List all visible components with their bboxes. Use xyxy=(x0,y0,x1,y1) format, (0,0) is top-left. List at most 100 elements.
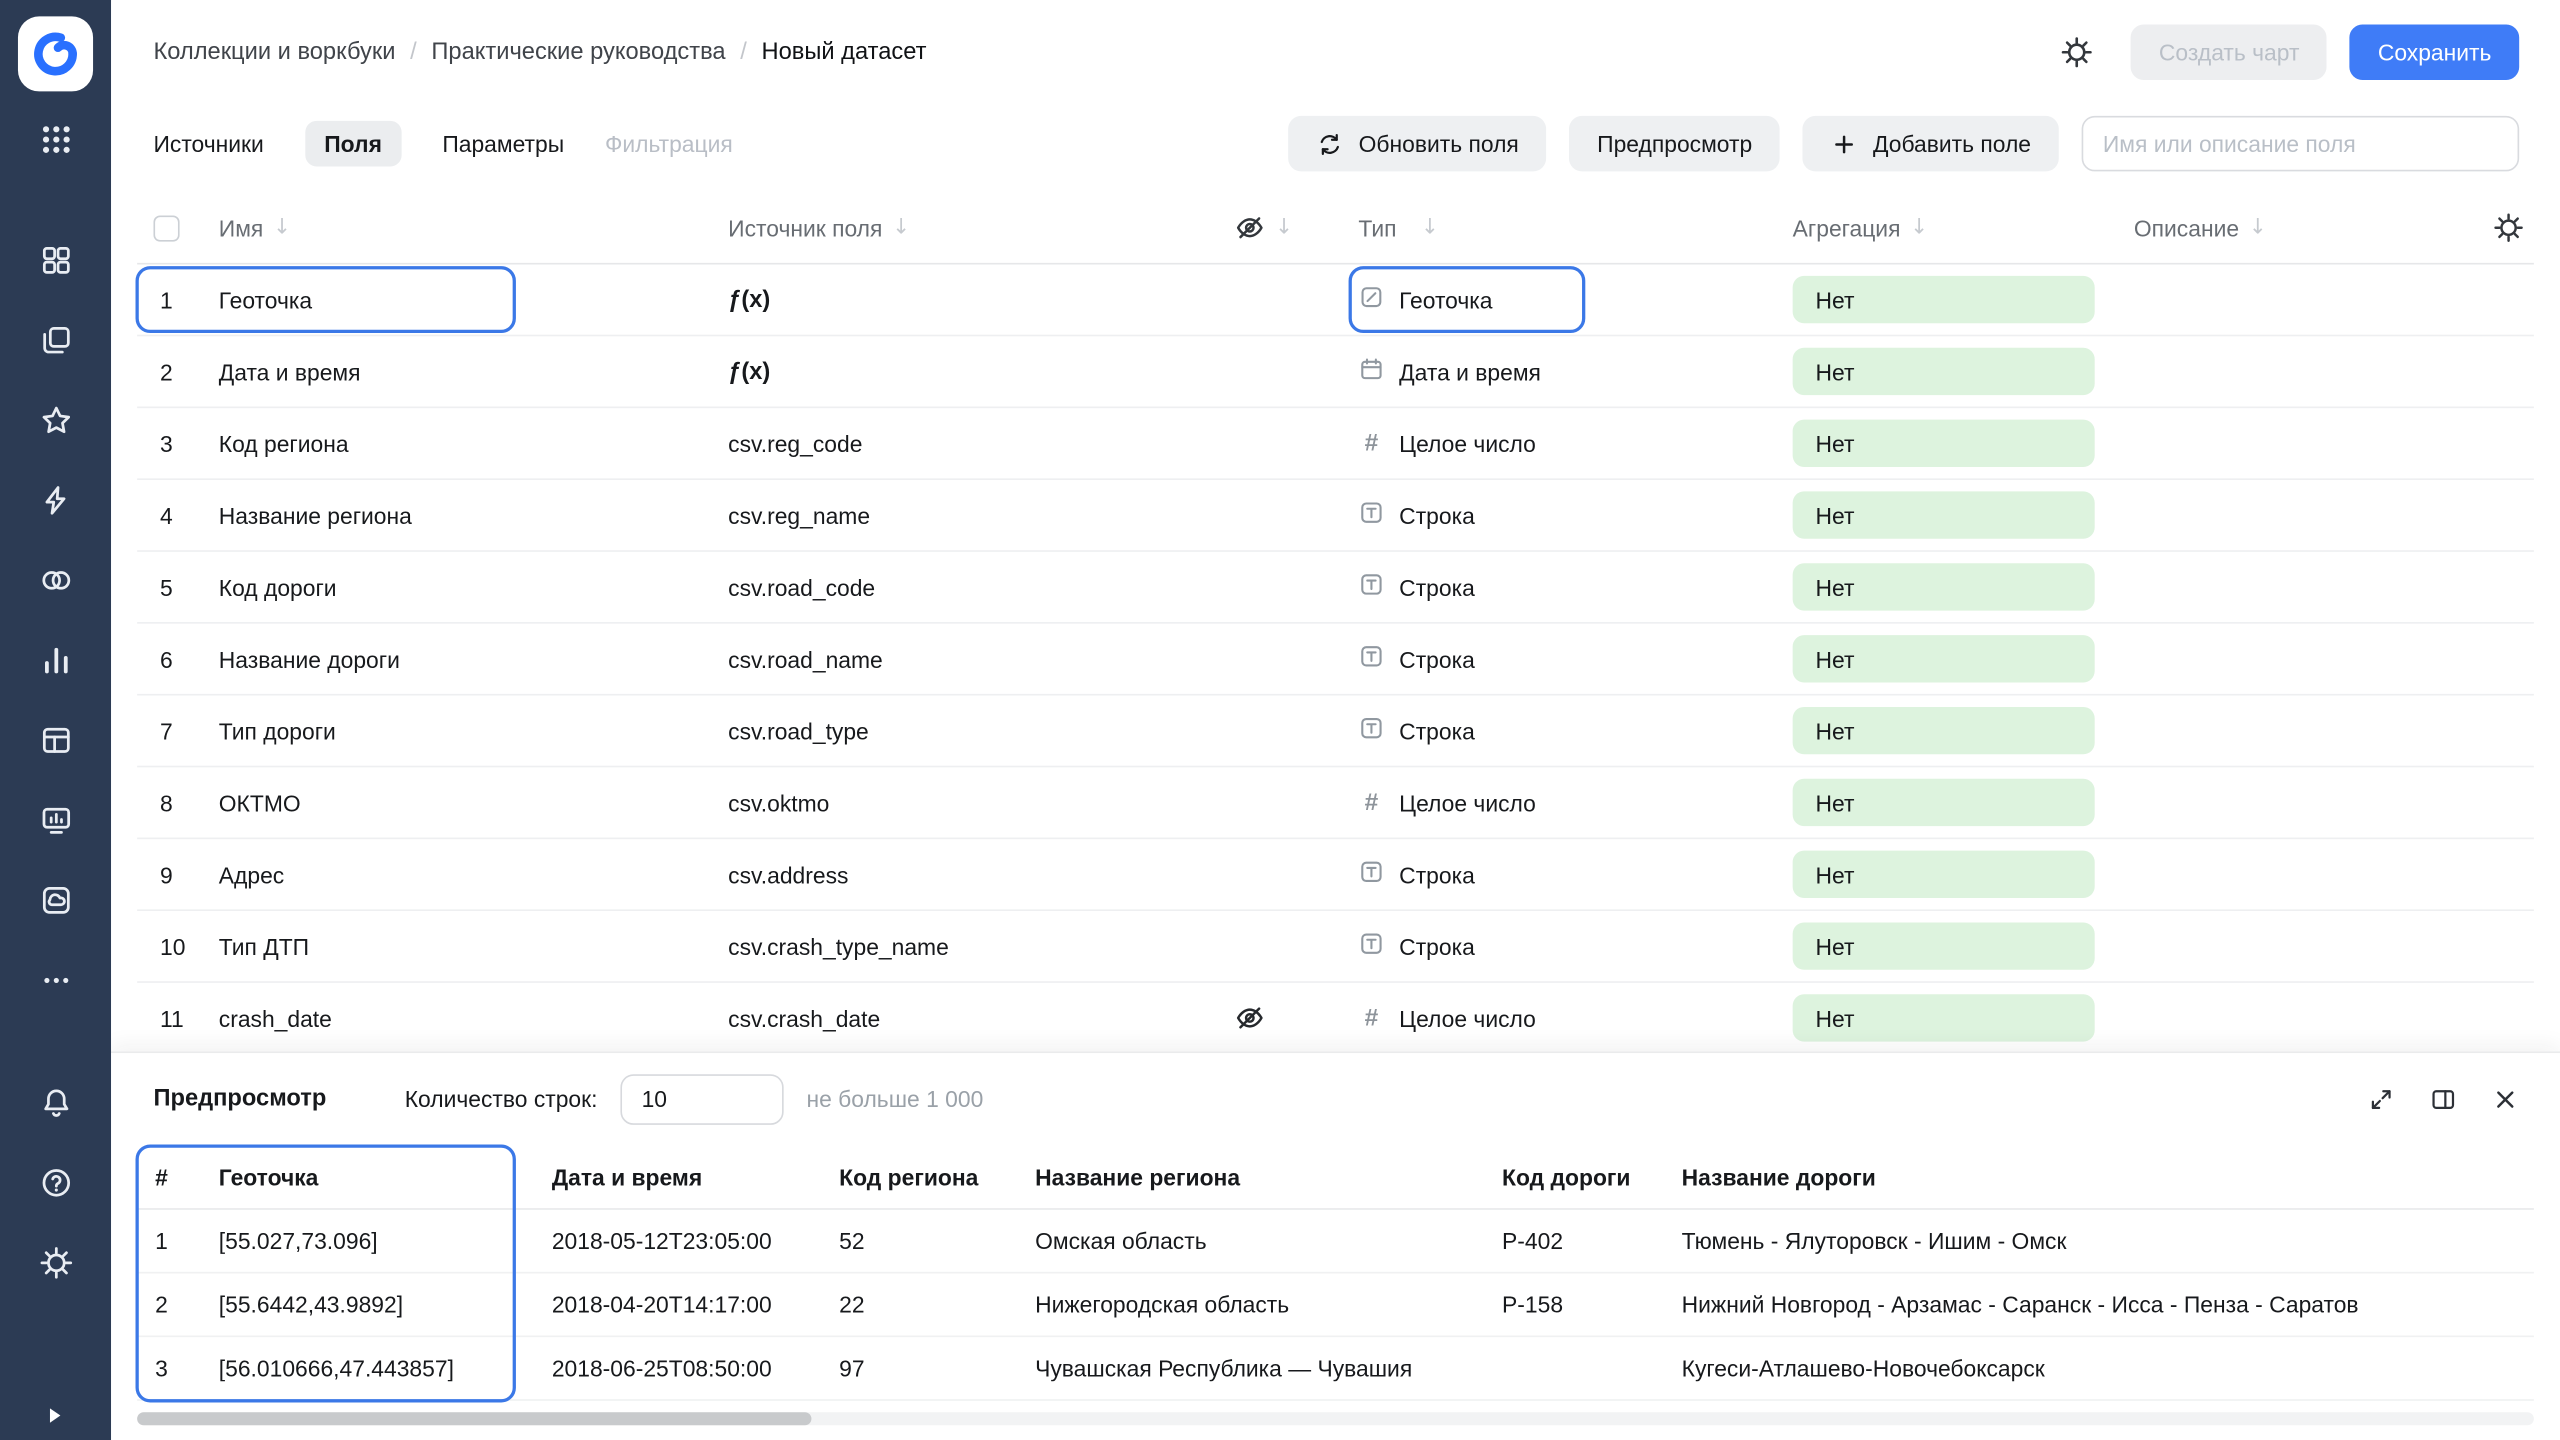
play-icon[interactable] xyxy=(41,1402,70,1431)
preview-table-body: 1[55.027,73.096]2018-05-12T23:05:0052Омс… xyxy=(137,1210,2534,1401)
field-type-cell[interactable]: Строка xyxy=(1332,859,1776,890)
column-header-type[interactable]: Тип ↓ xyxy=(1332,215,1776,241)
field-type-cell[interactable]: #Целое число xyxy=(1332,789,1776,817)
table-grid-icon[interactable] xyxy=(36,720,75,759)
column-header-description[interactable]: Описание ↓ xyxy=(2119,215,2468,241)
field-aggregation-cell: Нет xyxy=(1776,635,2119,682)
close-icon[interactable] xyxy=(2491,1085,2519,1113)
refresh-fields-button[interactable]: Обновить поля xyxy=(1288,116,1546,172)
table-settings-gear-icon[interactable] xyxy=(2493,212,2524,243)
horizontal-scrollbar[interactable] xyxy=(137,1412,2534,1425)
field-name-cell[interactable]: ОКТМО xyxy=(202,789,711,815)
field-type-cell[interactable]: Строка xyxy=(1332,571,1776,602)
field-type-cell[interactable]: Строка xyxy=(1332,500,1776,531)
field-aggregation-cell: Нет xyxy=(1776,348,2119,395)
gear-icon[interactable] xyxy=(36,1242,75,1281)
preview-cell: Нижний Новгород - Арзамас - Саранск - Ис… xyxy=(1664,1291,2534,1317)
geopoint-icon xyxy=(1358,284,1384,315)
overlapping-circles-icon[interactable] xyxy=(36,560,75,599)
aggregation-select[interactable]: Нет xyxy=(1793,276,2095,323)
scrollbar-thumb[interactable] xyxy=(137,1412,811,1425)
column-header-hidden[interactable]: ↓ xyxy=(1202,212,1333,243)
field-aggregation-cell: Нет xyxy=(1776,491,2119,538)
preview-cell: Кугеси-Атлашево-Новочебоксарск xyxy=(1664,1355,2534,1381)
tab-fields[interactable]: Поля xyxy=(305,121,402,167)
column-header-source[interactable]: Источник поля ↓ xyxy=(712,215,1202,241)
sort-arrow-icon: ↓ xyxy=(1421,216,1439,240)
preview-toggle-button[interactable]: Предпросмотр xyxy=(1569,116,1780,172)
aggregation-select[interactable]: Нет xyxy=(1793,994,2095,1041)
row-count-input[interactable] xyxy=(620,1073,783,1124)
aggregation-select[interactable]: Нет xyxy=(1793,635,2095,682)
field-search-input[interactable] xyxy=(2082,116,2520,172)
four-squares-icon[interactable] xyxy=(36,240,75,279)
aggregation-select[interactable]: Нет xyxy=(1793,779,2095,826)
add-field-button[interactable]: Добавить поле xyxy=(1803,116,2059,172)
expand-icon[interactable] xyxy=(2367,1085,2395,1113)
breadcrumb-item-collections[interactable]: Коллекции и воркбуки xyxy=(153,39,395,65)
ellipsis-icon[interactable] xyxy=(36,960,75,999)
field-name-cell[interactable]: Геоточка xyxy=(202,287,711,313)
aggregation-select[interactable]: Нет xyxy=(1793,563,2095,610)
field-name-cell[interactable]: Название региона xyxy=(202,502,711,528)
tab-sources[interactable]: Источники xyxy=(153,121,263,167)
column-header-aggregation[interactable]: Агрегация ↓ xyxy=(1776,215,2119,241)
field-type-cell[interactable]: Строка xyxy=(1332,643,1776,674)
field-visibility-cell[interactable] xyxy=(1202,1002,1333,1033)
aggregation-select[interactable]: Нет xyxy=(1793,851,2095,898)
monitor-chart-icon[interactable] xyxy=(36,800,75,839)
preview-cell: Р-158 xyxy=(1484,1291,1664,1317)
column-header-name[interactable]: Имя ↓ xyxy=(202,215,711,241)
field-type-cell[interactable]: #Целое число xyxy=(1332,1004,1776,1032)
field-row: 4Название регионаcsv.reg_nameСтрокаНет xyxy=(137,480,2534,552)
aggregation-select[interactable]: Нет xyxy=(1793,348,2095,395)
cloud-box-icon[interactable] xyxy=(36,880,75,919)
field-type-cell[interactable]: Строка xyxy=(1332,715,1776,746)
field-type-cell[interactable]: Дата и время xyxy=(1332,356,1776,387)
row-number: 10 xyxy=(137,933,202,959)
save-button[interactable]: Сохранить xyxy=(2350,24,2519,80)
app-window: Коллекции и воркбуки Практические руково… xyxy=(0,0,2560,1440)
preview-column-header: Название региона xyxy=(1017,1163,1484,1189)
aggregation-select[interactable]: Нет xyxy=(1793,491,2095,538)
select-all-checkbox[interactable] xyxy=(153,215,179,241)
field-row: 1Геоточкаƒ(x)ГеоточкаНет xyxy=(137,264,2534,336)
field-name-cell[interactable]: Адрес xyxy=(202,861,711,887)
aggregation-select[interactable]: Нет xyxy=(1793,420,2095,467)
bar-chart-icon[interactable] xyxy=(36,640,75,679)
row-number: 3 xyxy=(137,430,202,456)
create-chart-button[interactable]: Создать чарт xyxy=(2131,24,2327,80)
settings-gear-icon[interactable] xyxy=(2059,34,2095,70)
preview-cell: 1 xyxy=(137,1228,201,1254)
breadcrumb-item-guides[interactable]: Практические руководства xyxy=(431,39,725,65)
apps-grid-icon[interactable] xyxy=(36,119,75,158)
field-type-cell[interactable]: Строка xyxy=(1332,931,1776,962)
dataset-toolbar: ИсточникиПоляПараметрыФильтрация Обновит… xyxy=(111,104,2560,182)
field-name-cell[interactable]: Тип дороги xyxy=(202,718,711,744)
stacked-squares-icon[interactable] xyxy=(36,320,75,359)
row-count-hint: не больше 1 000 xyxy=(806,1086,983,1112)
aggregation-select[interactable]: Нет xyxy=(1793,707,2095,754)
field-type-cell[interactable]: #Целое число xyxy=(1332,429,1776,457)
question-icon[interactable] xyxy=(36,1162,75,1201)
field-aggregation-cell: Нет xyxy=(1776,851,2119,898)
field-name-cell[interactable]: Код региона xyxy=(202,430,711,456)
field-name-cell[interactable]: Дата и время xyxy=(202,358,711,384)
panel-right-icon[interactable] xyxy=(2429,1085,2457,1113)
tab-parameters[interactable]: Параметры xyxy=(442,121,564,167)
datalens-logo[interactable] xyxy=(18,16,93,91)
preview-table: #ГеоточкаДата и времяКод регионаНазвание… xyxy=(137,1144,2534,1400)
field-name-cell[interactable]: Код дороги xyxy=(202,574,711,600)
lightning-icon[interactable] xyxy=(36,480,75,519)
field-name-cell[interactable]: Тип ДТП xyxy=(202,933,711,959)
breadcrumb: Коллекции и воркбуки Практические руково… xyxy=(153,39,926,65)
field-name-cell[interactable]: Название дороги xyxy=(202,646,711,672)
aggregation-select[interactable]: Нет xyxy=(1793,922,2095,969)
preview-column-header: Дата и время xyxy=(534,1163,821,1189)
field-name-cell[interactable]: crash_date xyxy=(202,1005,711,1031)
row-number: 9 xyxy=(137,861,202,887)
bell-icon[interactable] xyxy=(36,1082,75,1121)
field-type-cell[interactable]: Геоточка xyxy=(1332,284,1776,315)
field-source-cell: ƒ(x) xyxy=(712,287,1202,313)
star-icon[interactable] xyxy=(36,400,75,439)
